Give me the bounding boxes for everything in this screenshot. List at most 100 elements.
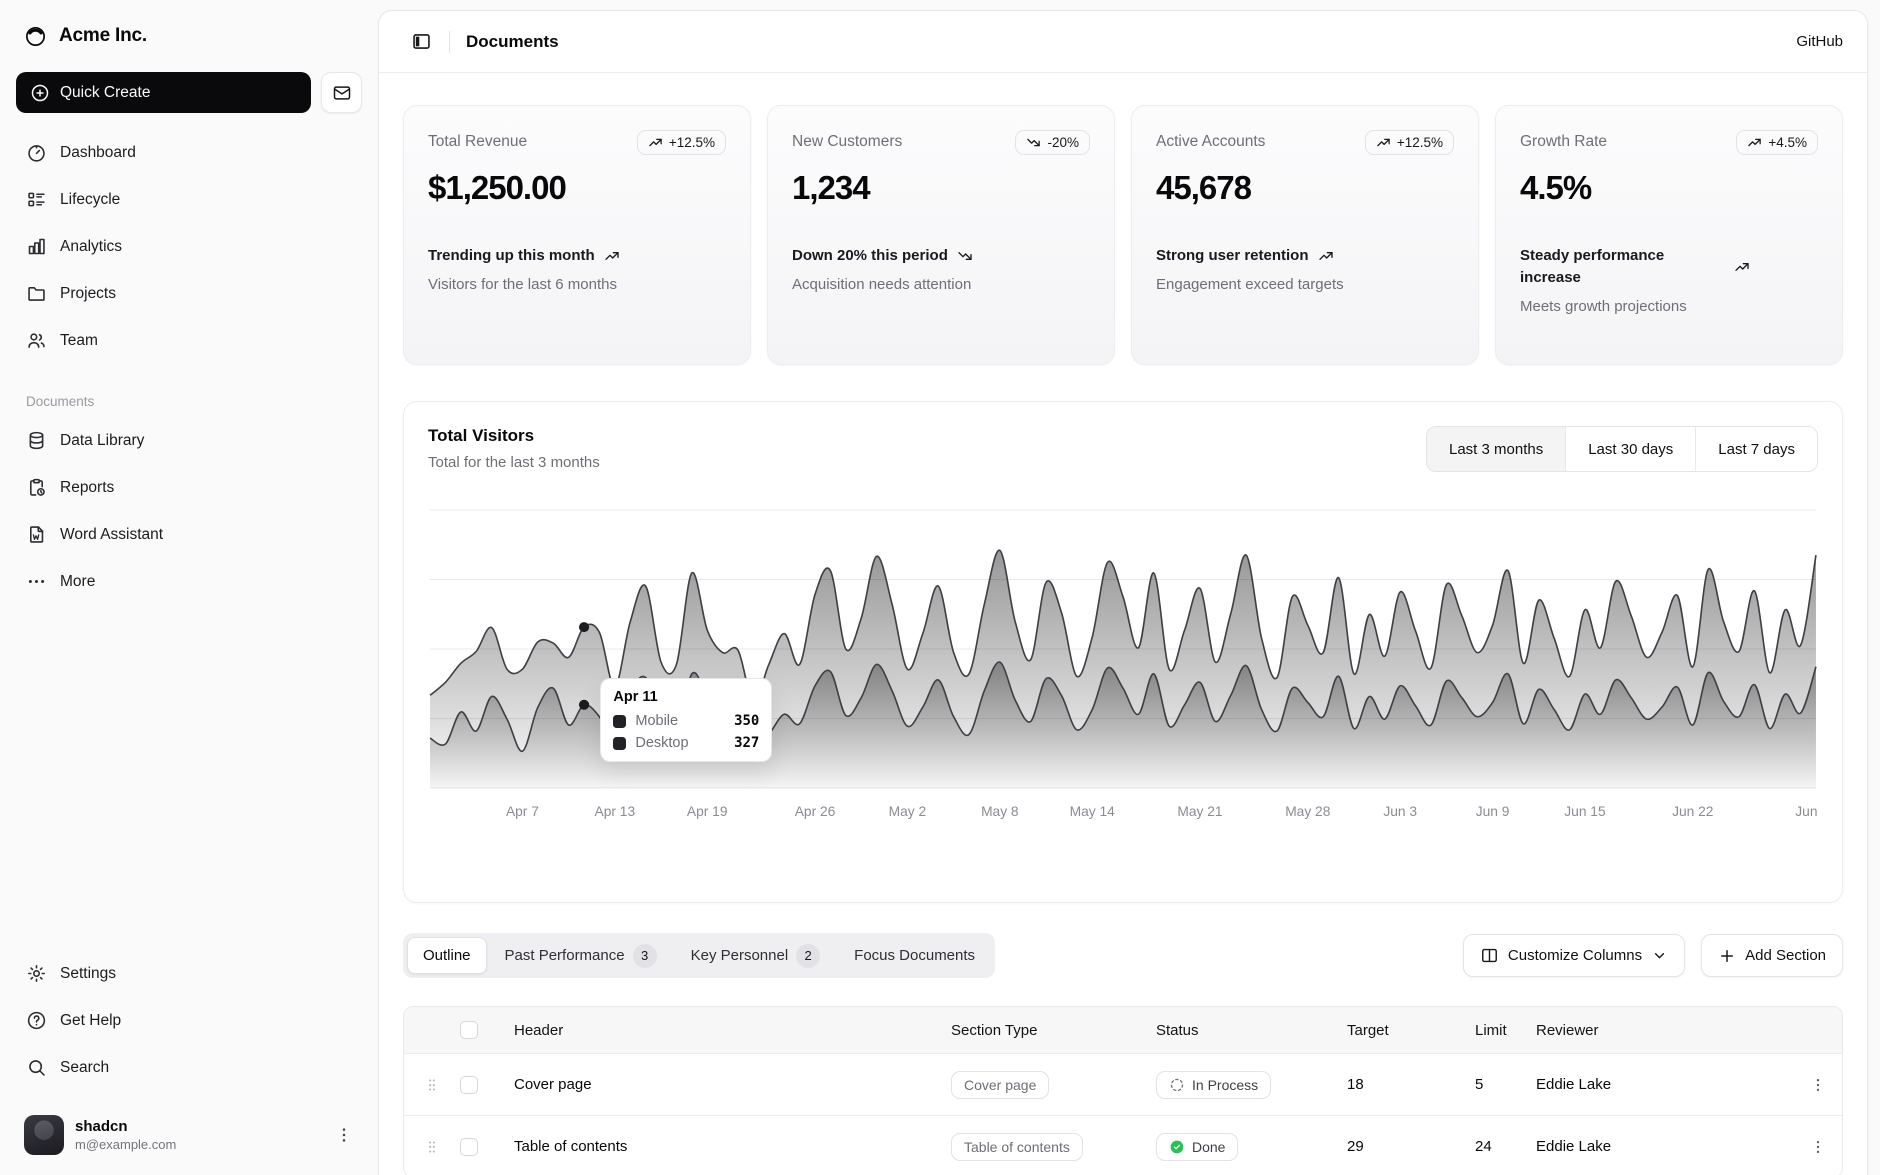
documents-section-label: Documents [16, 394, 362, 409]
tab-label: Past Performance [505, 947, 625, 964]
gear-icon [26, 963, 47, 984]
user-menu[interactable]: shadcn m@example.com [16, 1105, 362, 1165]
svg-text:Apr 13: Apr 13 [595, 804, 636, 819]
svg-text:Jun 9: Jun 9 [1476, 804, 1510, 819]
brand[interactable]: Acme Inc. [16, 14, 362, 58]
customize-columns-button[interactable]: Customize Columns [1463, 934, 1685, 977]
divider [449, 31, 450, 53]
tab-outline[interactable]: Outline [407, 937, 487, 974]
sidebar-item-team[interactable]: Team [16, 317, 362, 364]
row-header[interactable]: Cover page [500, 1076, 951, 1093]
svg-text:May 28: May 28 [1285, 804, 1330, 819]
stat-value: 45,678 [1156, 169, 1454, 207]
col-limit: Limit [1475, 1022, 1536, 1039]
sidebar-item-analytics[interactable]: Analytics [16, 223, 362, 270]
sidebar-item-settings[interactable]: Settings [16, 950, 362, 997]
github-link[interactable]: GitHub [1796, 33, 1843, 50]
sidebar-toggle-button[interactable] [403, 24, 439, 60]
sidebar-item-word-assistant[interactable]: Word Assistant [16, 511, 362, 558]
row-target[interactable]: 18 [1347, 1076, 1475, 1093]
area-chart-svg[interactable]: Apr 7Apr 13Apr 19Apr 26May 2May 8May 14M… [428, 508, 1818, 824]
badge-value: -20% [1047, 135, 1079, 150]
sidebar: Acme Inc. Quick Create Dashboard [0, 0, 378, 1175]
row-menu-button[interactable] [1800, 1067, 1836, 1103]
sidebar-item-label: Analytics [60, 238, 122, 256]
add-section-button[interactable]: Add Section [1701, 934, 1843, 977]
trending-up-icon [604, 248, 620, 264]
stat-label: Growth Rate [1520, 130, 1607, 151]
dashboard-icon [26, 142, 47, 163]
drag-handle[interactable] [404, 1138, 460, 1156]
inbox-button[interactable] [321, 72, 362, 113]
range-last-3-months[interactable]: Last 3 months [1427, 427, 1565, 471]
search-icon [26, 1057, 47, 1078]
visitors-chart-card: Total Visitors Total for the last 3 mont… [403, 401, 1843, 903]
stat-foot-text: Strong user retention [1156, 245, 1309, 267]
range-last-7-days[interactable]: Last 7 days [1695, 427, 1817, 471]
tooltip-series-value: 327 [734, 735, 759, 751]
stat-foot-sub: Meets growth projections [1520, 298, 1818, 315]
drag-handle[interactable] [404, 1076, 460, 1094]
main-panel: Documents GitHub Total Revenue +12.5% $1… [378, 10, 1868, 1175]
sections-table: Header Section Type Status Target Limit … [403, 1006, 1843, 1175]
sidebar-item-data-library[interactable]: Data Library [16, 417, 362, 464]
table-header-row: Header Section Type Status Target Limit … [404, 1007, 1842, 1053]
row-reviewer[interactable]: Eddie Lake [1536, 1138, 1794, 1155]
tab-past-performance[interactable]: Past Performance 3 [489, 937, 673, 974]
col-reviewer: Reviewer [1536, 1022, 1794, 1039]
badge-value: +12.5% [1397, 135, 1443, 150]
select-all-checkbox[interactable] [460, 1021, 478, 1039]
quick-create-button[interactable]: Quick Create [16, 72, 311, 113]
sidebar-item-projects[interactable]: Projects [16, 270, 362, 317]
report-icon [26, 477, 47, 498]
trend-badge: +12.5% [1365, 130, 1454, 155]
sidebar-item-label: Team [60, 332, 98, 350]
row-target[interactable]: 29 [1347, 1138, 1475, 1155]
row-reviewer[interactable]: Eddie Lake [1536, 1076, 1794, 1093]
sidebar-item-dashboard[interactable]: Dashboard [16, 129, 362, 176]
sidebar-item-search[interactable]: Search [16, 1044, 362, 1091]
documents-nav: Data Library Reports Word Assistant More [16, 417, 362, 605]
trending-down-icon [1026, 135, 1041, 150]
stat-foot-sub: Acquisition needs attention [792, 276, 1090, 293]
folder-icon [26, 283, 47, 304]
plus-icon [1718, 947, 1736, 965]
row-checkbox[interactable] [460, 1076, 478, 1094]
tab-focus-documents[interactable]: Focus Documents [838, 937, 991, 974]
sidebar-item-label: Settings [60, 965, 116, 983]
col-section-type: Section Type [951, 1022, 1156, 1039]
row-limit[interactable]: 5 [1475, 1076, 1536, 1093]
stat-card-total-revenue: Total Revenue +12.5% $1,250.00 Trending … [403, 105, 751, 365]
svg-text:May 14: May 14 [1070, 804, 1116, 819]
ellipsis-vertical-icon[interactable] [334, 1125, 354, 1145]
chart-subtitle: Total for the last 3 months [428, 454, 600, 471]
help-icon [26, 1010, 47, 1031]
stat-foot-sub: Visitors for the last 6 months [428, 276, 726, 293]
row-limit[interactable]: 24 [1475, 1138, 1536, 1155]
sidebar-item-lifecycle[interactable]: Lifecycle [16, 176, 362, 223]
row-menu-button[interactable] [1800, 1129, 1836, 1165]
sidebar-item-get-help[interactable]: Get Help [16, 997, 362, 1044]
sidebar-item-more[interactable]: More [16, 558, 362, 605]
tab-count-badge: 3 [633, 944, 657, 968]
avatar [24, 1115, 64, 1155]
row-header[interactable]: Table of contents [500, 1138, 951, 1155]
tab-key-personnel[interactable]: Key Personnel2 [675, 937, 837, 974]
tooltip-series-value: 350 [734, 713, 759, 729]
range-last-30-days[interactable]: Last 30 days [1565, 427, 1695, 471]
tab-label: Focus Documents [854, 947, 975, 964]
secondary-nav: Settings Get Help Search [16, 950, 362, 1091]
stat-foot-sub: Engagement exceed targets [1156, 276, 1454, 293]
row-checkbox[interactable] [460, 1138, 478, 1156]
svg-text:May 21: May 21 [1177, 804, 1222, 819]
svg-text:Apr 26: Apr 26 [795, 804, 836, 819]
table-row: Table of contents Table of contents Done… [404, 1115, 1842, 1175]
list-details-icon [26, 189, 47, 210]
svg-text:Jun 22: Jun 22 [1672, 804, 1713, 819]
range-toggle-group: Last 3 months Last 30 days Last 7 days [1426, 426, 1818, 472]
area-chart[interactable]: Apr 7Apr 13Apr 19Apr 26May 2May 8May 14M… [428, 508, 1818, 824]
button-label: Add Section [1745, 947, 1826, 964]
database-icon [26, 430, 47, 451]
sidebar-item-reports[interactable]: Reports [16, 464, 362, 511]
trending-up-icon [1376, 135, 1391, 150]
